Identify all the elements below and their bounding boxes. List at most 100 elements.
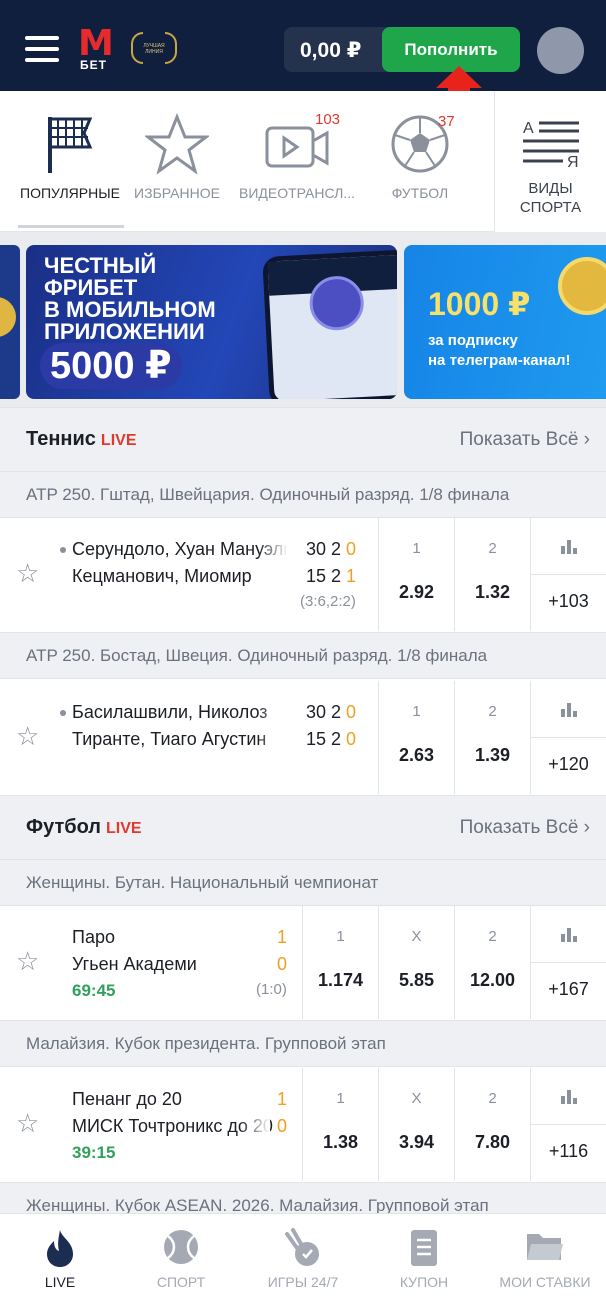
- odd-button-1[interactable]: 1 1.38: [302, 1068, 378, 1181]
- balance-amount: 0,00 ₽: [300, 39, 362, 62]
- avatar[interactable]: [537, 27, 584, 74]
- nav-sport[interactable]: СПОРТ: [120, 1214, 242, 1297]
- menu-icon[interactable]: [25, 36, 59, 62]
- promo-carousel[interactable]: ЧЕСТНЫЙ ФРИБЕТ В МОБИЛЬНОМ ПРИЛОЖЕНИИ 50…: [0, 232, 606, 407]
- category-label: ВИДЕОТРАНСЛ...: [238, 185, 355, 201]
- favorite-star-icon[interactable]: ☆: [16, 1108, 39, 1139]
- category-popular[interactable]: ПОПУЛЯРНЫЕ: [10, 91, 130, 232]
- odd-value: 12.00: [469, 970, 516, 990]
- category-label: ИЗБРАННОЕ: [134, 185, 220, 201]
- match-row[interactable]: ☆ Пенанг до 20 МИСК Точтроникс до 20 39:…: [0, 1068, 606, 1181]
- stats-icon[interactable]: [531, 1068, 606, 1125]
- score-points: 15 2: [306, 729, 347, 749]
- score-game: 0: [346, 539, 357, 559]
- team-1: Паро: [72, 927, 115, 947]
- league-name: ATP 250. Гштад, Швейцария. Одиночный раз…: [26, 485, 510, 504]
- coin-icon: [558, 257, 606, 315]
- section-title: Футбол LIVE: [26, 816, 142, 839]
- team-2: Угьен Академи: [72, 954, 197, 974]
- banner-previous[interactable]: [0, 245, 20, 399]
- favorite-star-icon[interactable]: ☆: [16, 721, 39, 752]
- odd-label: 1: [336, 928, 345, 945]
- category-football[interactable]: 37 ФУТБОЛ: [372, 91, 468, 232]
- odd-label: X: [411, 1090, 422, 1107]
- league-header[interactable]: Женщины. Бутан. Национальный чемпионат: [0, 859, 606, 906]
- favorite-star-icon[interactable]: ☆: [16, 946, 39, 977]
- odd-button-x[interactable]: X 3.94: [378, 1068, 454, 1181]
- games-icon: [285, 1228, 319, 1266]
- odd-button-1[interactable]: 1 1.174: [302, 906, 378, 1019]
- sports-list-icon: А Я: [523, 120, 579, 171]
- serve-indicator: [60, 710, 66, 716]
- banner-subtitle-line: на телеграм-канал!: [428, 352, 571, 369]
- odd-button-2[interactable]: 2 7.80: [454, 1068, 530, 1181]
- odd-value: 1.174: [317, 970, 364, 990]
- more-markets[interactable]: +116: [530, 1068, 606, 1181]
- nav-live[interactable]: LIVE: [0, 1214, 120, 1297]
- match-row[interactable]: ☆ Серундоло, Хуан Мануэль Кецманович, Ми…: [0, 518, 606, 631]
- odd-button-1[interactable]: 1 2.92: [378, 518, 454, 631]
- league-header[interactable]: ATP 250. Бостад, Швеция. Одиночный разря…: [0, 632, 606, 679]
- more-markets[interactable]: +103: [530, 518, 606, 631]
- odd-value: 3.94: [398, 1132, 435, 1152]
- odd-button-2[interactable]: 2 1.32: [454, 518, 530, 631]
- league-header[interactable]: ATP 250. Гштад, Швейцария. Одиночный раз…: [0, 471, 606, 518]
- league-name: Малайзия. Кубок президента. Групповой эт…: [26, 1034, 386, 1053]
- stats-icon[interactable]: [531, 681, 606, 738]
- banner-subtitle: за подписку на телеграм-канал!: [428, 331, 571, 371]
- sports-icon-z: Я: [567, 154, 579, 171]
- show-all-link[interactable]: Показать Всё ›: [460, 817, 590, 839]
- nav-label: МОИ СТАВКИ: [499, 1274, 591, 1290]
- top-header: М БЕТ ЛУЧШАЯ ЛИНИЯ 0,00 ₽ Пополнить: [0, 0, 606, 91]
- odd-value: 2.92: [398, 582, 435, 602]
- odd-value: 1.32: [474, 582, 511, 602]
- odd-button-x[interactable]: X 5.85: [378, 906, 454, 1019]
- logo[interactable]: М БЕТ: [78, 23, 118, 73]
- flag-icon: [48, 117, 93, 173]
- banner-telegram[interactable]: 1000 ₽ за подписку на телеграм-канал!: [404, 245, 606, 399]
- odd-label: 1: [336, 1090, 345, 1107]
- nav-games[interactable]: ИГРЫ 24/7: [242, 1214, 364, 1297]
- coupon-icon: [411, 1230, 437, 1266]
- more-markets[interactable]: +167: [530, 906, 606, 1019]
- banner-freebet[interactable]: ЧЕСТНЫЙ ФРИБЕТ В МОБИЛЬНОМ ПРИЛОЖЕНИИ 50…: [26, 245, 397, 399]
- section-title-text: Футбол: [26, 816, 102, 838]
- odd-label: 2: [488, 703, 497, 720]
- live-badge: LIVE: [100, 432, 137, 449]
- show-all-link[interactable]: Показать Всё ›: [460, 429, 590, 451]
- banner-subtitle-line: за подписку: [428, 332, 518, 349]
- score-game: 0: [346, 729, 357, 749]
- nav-my-bets[interactable]: МОИ СТАВКИ: [484, 1214, 606, 1297]
- award-laurel-icon: ЛУЧШАЯ ЛИНИЯ: [131, 32, 177, 68]
- section-title-text: Теннис: [26, 428, 96, 450]
- football-count-badge: 37: [438, 113, 455, 130]
- score-points: 15 2: [306, 566, 347, 586]
- score-line-1: 30 2 0: [306, 539, 356, 560]
- nav-coupon[interactable]: КУПОН: [364, 1214, 484, 1297]
- category-video[interactable]: 103 ВИДЕОТРАНСЛ...: [234, 91, 360, 232]
- banner-title-line: В МОБИЛЬНОМ: [44, 297, 216, 322]
- text-fade: [258, 532, 288, 592]
- sports-label-line2: СПОРТА: [519, 199, 582, 216]
- odd-button-2[interactable]: 2 12.00: [454, 906, 530, 1019]
- text-fade: [258, 695, 288, 755]
- stats-icon[interactable]: [531, 518, 606, 575]
- odd-label: 2: [488, 540, 497, 557]
- odd-button-2[interactable]: 2 1.39: [454, 681, 530, 794]
- folder-icon: [527, 1234, 563, 1260]
- award-text: ЛУЧШАЯ ЛИНИЯ: [143, 43, 165, 55]
- banner-title-line: ФРИБЕТ: [44, 275, 138, 300]
- favorite-star-icon[interactable]: ☆: [16, 558, 39, 589]
- league-name: Женщины. Бутан. Национальный чемпионат: [26, 873, 379, 892]
- stats-icon[interactable]: [531, 906, 606, 963]
- banner-amount: 1000 ₽: [428, 286, 531, 322]
- league-header[interactable]: Малайзия. Кубок президента. Групповой эт…: [0, 1020, 606, 1067]
- match-row[interactable]: ☆ Паро Угьен Академи 69:45 1 0 (1:0) 1 1…: [0, 906, 606, 1019]
- category-favorites[interactable]: ИЗБРАННОЕ: [130, 91, 224, 232]
- goals: 0: [277, 954, 288, 974]
- more-markets[interactable]: +120: [530, 681, 606, 794]
- match-row[interactable]: ☆ Басилашвили, Николоз Тиранте, Тиаго Аг…: [0, 681, 606, 794]
- active-tab-underline: [18, 225, 124, 228]
- all-sports-button[interactable]: А Я ВИДЫ СПОРТА: [494, 91, 606, 232]
- odd-button-1[interactable]: 1 2.63: [378, 681, 454, 794]
